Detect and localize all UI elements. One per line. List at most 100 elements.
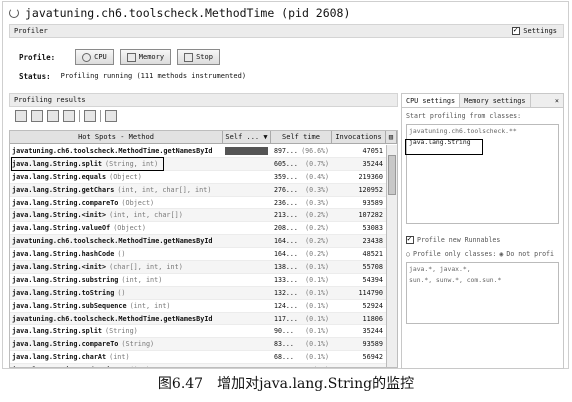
self-time-pct: (0.3%)	[305, 185, 329, 194]
memory-button[interactable]: Memory	[119, 49, 172, 65]
table-row[interactable]: java.lang.String.valueOf (Object) 208... (0…	[10, 222, 386, 236]
profiler-header: Profiler Settings	[9, 24, 564, 38]
self-time-cell: 605... (0.7%)	[271, 160, 332, 168]
col-self-bar[interactable]: Self ... ▼	[223, 131, 271, 143]
self-bar-cell	[223, 364, 271, 367]
self-time-cell: 359... (0.4%)	[271, 173, 332, 181]
self-time-cell: 133... (0.1%)	[271, 276, 332, 284]
self-time-value: 45...	[274, 366, 294, 367]
export-icon[interactable]	[105, 110, 117, 122]
runnables-option[interactable]: Profile new Runnables	[406, 234, 559, 244]
status-text: Profiling running (111 methods instrumen…	[60, 72, 247, 80]
filter-line-1: java.*, javax.*,	[409, 265, 471, 273]
table-row[interactable]: javatuning.ch6.toolscheck.MethodTime.get…	[10, 235, 386, 249]
profile-label: Profile:	[19, 52, 56, 62]
column-chooser-icon[interactable]: ▥	[386, 131, 397, 143]
table-row[interactable]: java.lang.String.<init> (int, int, char[]…	[10, 209, 386, 223]
settings-checkbox[interactable]	[512, 25, 521, 35]
settings-toggle[interactable]: Settings	[512, 25, 563, 35]
table-body: javatuning.ch6.toolscheck.MethodTime.get…	[10, 145, 386, 367]
tab-memory-settings[interactable]: Memory settings	[460, 94, 531, 107]
method-cell: java.lang.String.equals (Object)	[10, 173, 223, 181]
vertical-scrollbar[interactable]	[386, 145, 397, 367]
scroll-thumb[interactable]	[388, 155, 396, 195]
method-cell: java.lang.String.charAt (int)	[10, 353, 223, 361]
method-name: java.lang.String.substring	[12, 275, 119, 284]
self-time-cell: 213... (0.2%)	[271, 211, 332, 219]
results-header: Profiling results	[9, 93, 398, 107]
not-label: Do not profi	[506, 250, 554, 258]
col-invocations[interactable]: Invocations	[332, 131, 386, 143]
table-row[interactable]: java.lang.String.<init> (char[], int, int…	[10, 261, 386, 274]
table-row[interactable]: java.lang.String.toString() 132... (0.1%) 1…	[10, 286, 386, 300]
cpu-button-label: CPU	[94, 53, 107, 61]
self-time-pct: (0.7%)	[305, 159, 329, 168]
refresh-icon[interactable]	[31, 110, 43, 122]
step-icon[interactable]	[63, 110, 75, 122]
self-time-cell: 164... (0.2%)	[271, 250, 332, 258]
invocations-cell: 47051	[362, 146, 383, 155]
self-time-value: 213...	[274, 211, 298, 220]
self-bar-cell	[223, 235, 271, 247]
self-time-value: 276...	[274, 185, 298, 194]
table-row[interactable]: java.lang.String.compareTo (String) 83... (…	[10, 338, 386, 352]
table-row[interactable]: java.lang.String.compareTo (Object) 236...…	[10, 197, 386, 210]
self-time-cell: 897... (96.6%)	[271, 147, 332, 155]
method-name: java.lang.String.split	[12, 327, 103, 336]
method-name: java.lang.String.compareTo	[12, 198, 119, 207]
filter-field[interactable]: java.*, javax.*, sun.*, sunw.*, com.sun.…	[406, 262, 559, 324]
not-radio-icon[interactable]: ◉	[499, 250, 503, 258]
invocations-cell: 54394	[362, 275, 383, 284]
self-bar	[225, 147, 268, 155]
self-time-pct: (0.1%)	[305, 340, 329, 349]
table-row[interactable]: java.lang.String.equals (Object) 359... (0.…	[10, 171, 386, 184]
table-row[interactable]: java.lang.String.codePointAt(int) 45... (0…	[10, 364, 386, 367]
self-time-pct: (96.6%)	[301, 146, 329, 155]
col-method[interactable]: Hot Spots - Method	[10, 131, 223, 143]
self-bar-cell	[223, 313, 271, 325]
stop-button[interactable]: Stop	[177, 49, 220, 65]
table-row[interactable]: java.lang.String.subSequence (int, int) 12…	[10, 300, 386, 313]
self-time-value: 897...	[274, 146, 298, 155]
table-row[interactable]: java.lang.String.substring (int, int) 133.…	[10, 274, 386, 287]
invocations-cell: 11806	[362, 314, 383, 323]
cpu-button[interactable]: CPU	[75, 49, 114, 65]
self-time-cell: 124... (0.1%)	[271, 302, 332, 310]
self-time-cell: 117... (0.1%)	[271, 315, 332, 323]
toolbar-separator	[79, 110, 80, 122]
method-name: javatuning.ch6.toolscheck.MethodTime.get…	[12, 314, 213, 323]
method-args: (Object)	[121, 198, 155, 207]
table-row[interactable]: java.lang.String.getChars (int, int, char…	[10, 183, 386, 197]
self-bar-cell	[223, 274, 271, 286]
close-icon[interactable]: ×	[551, 94, 563, 107]
self-time-cell: 45... (0%)	[271, 366, 332, 367]
invocations-cell: 23438	[362, 237, 383, 246]
self-time-pct: (0.1%)	[305, 353, 329, 362]
save-icon[interactable]	[84, 110, 96, 122]
table-row[interactable]: java.lang.String.hashCode() 164... (0.2%) 4…	[10, 248, 386, 262]
invocations-cell: 219360	[358, 172, 383, 181]
method-cell: java.lang.String.valueOf (Object)	[10, 224, 223, 232]
snapshot-icon[interactable]	[15, 110, 27, 122]
self-time-value: 164...	[274, 237, 298, 246]
tab-cpu-settings[interactable]: CPU settings	[402, 94, 461, 107]
settings-tabs: CPU settings Memory settings ×	[402, 94, 563, 108]
invocations-cell: 52924	[362, 301, 383, 310]
figure-caption: 图6.47 增加对java.lang.String的监控	[157, 376, 415, 392]
table-row[interactable]: javatuning.ch6.toolscheck.MethodTime.get…	[10, 145, 386, 158]
self-bar-cell	[223, 209, 271, 221]
invocations-cell: 120952	[358, 185, 383, 194]
table-row[interactable]: java.lang.String.split (String) 90... (0.1%…	[10, 325, 386, 339]
invocations-cell: 35244	[362, 159, 383, 168]
self-time-pct: (0%)	[313, 366, 329, 367]
runnables-checkbox[interactable]	[406, 234, 414, 244]
table-row[interactable]: javatuning.ch6.toolscheck.MethodTime.get…	[10, 312, 386, 326]
delete-icon[interactable]	[47, 110, 59, 122]
self-bar-cell	[223, 197, 271, 209]
self-time-value: 208...	[274, 224, 298, 233]
method-cell: java.lang.String.subSequence (int, int)	[10, 302, 223, 310]
only-radio-icon[interactable]: ○	[406, 250, 410, 258]
col-self-time[interactable]: Self time	[271, 131, 332, 143]
table-row[interactable]: java.lang.String.charAt (int) 68... (0.1%) 5…	[10, 351, 386, 365]
self-time-pct: (0.1%)	[305, 275, 329, 284]
